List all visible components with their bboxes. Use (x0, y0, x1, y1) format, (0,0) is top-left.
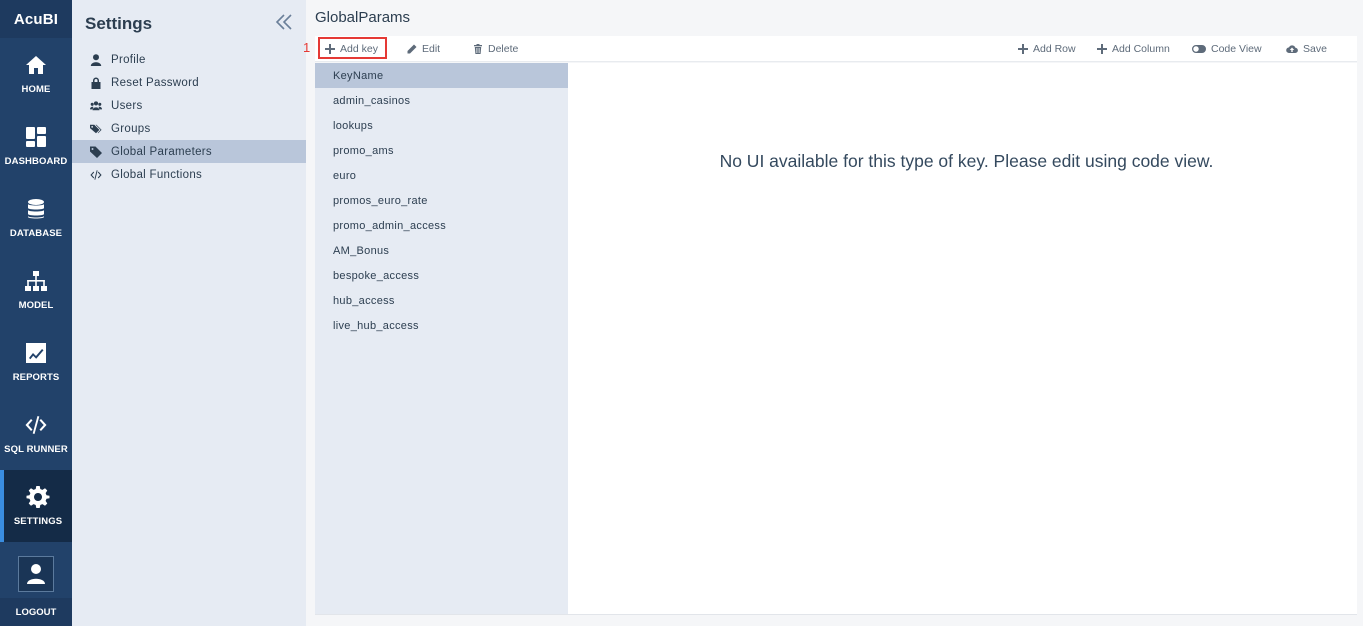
settings-item-label: Profile (111, 53, 146, 66)
chart-icon (26, 343, 46, 363)
key-list: KeyName admin_casinos lookups promo_ams eur… (315, 63, 568, 614)
add-key-label: Add key (340, 43, 378, 55)
toggle-icon (1192, 45, 1206, 53)
settings-item-label: Reset Password (111, 76, 199, 89)
delete-button[interactable]: Delete (473, 36, 518, 62)
key-list-item[interactable]: bespoke_access (315, 263, 568, 288)
code-icon (88, 168, 103, 181)
page-title: GlobalParams (315, 9, 411, 26)
key-list-item[interactable]: promos_euro_rate (315, 188, 568, 213)
edit-button[interactable]: Edit (407, 36, 440, 62)
tags-icon (88, 122, 103, 135)
key-list-item[interactable]: promo_ams (315, 138, 568, 163)
annotation-step-number: 1 (303, 40, 311, 55)
code-view-label: Code View (1211, 43, 1262, 55)
users-icon (88, 99, 103, 112)
nav-settings-label: SETTINGS (13, 516, 63, 527)
key-list-item[interactable]: admin_casinos (315, 88, 568, 113)
brand-logo[interactable]: AcuBI (0, 0, 72, 38)
no-ui-message: No UI available for this type of key. Pl… (719, 151, 1214, 171)
key-editor-panel: No UI available for this type of key. Pl… (568, 63, 1357, 614)
settings-item-global-parameters[interactable]: Global Parameters (72, 140, 306, 163)
code-icon (25, 416, 47, 434)
cloud-upload-icon (1286, 45, 1298, 54)
save-label: Save (1303, 43, 1327, 55)
add-row-button[interactable]: Add Row (1018, 36, 1076, 62)
key-list-item[interactable]: promo_admin_access (315, 213, 568, 238)
nav-reports[interactable]: REPORTS (0, 326, 72, 398)
settings-item-users[interactable]: Users (72, 94, 306, 117)
nav-database[interactable]: DATABASE (0, 182, 72, 254)
database-icon (28, 199, 44, 219)
tag-icon (88, 145, 103, 158)
home-icon (26, 56, 46, 74)
save-button[interactable]: Save (1286, 36, 1327, 62)
key-list-item[interactable]: live_hub_access (315, 313, 568, 338)
key-list-item[interactable]: AM_Bonus (315, 238, 568, 263)
key-list-item[interactable]: hub_access (315, 288, 568, 313)
nav-model[interactable]: MODEL (0, 254, 72, 326)
nav-home-label: HOME (21, 84, 51, 95)
settings-item-groups[interactable]: Groups (72, 117, 306, 140)
edit-label: Edit (422, 43, 441, 55)
settings-item-reset-password[interactable]: Reset Password (72, 71, 306, 94)
plus-icon (1018, 44, 1028, 54)
sitemap-icon (25, 271, 47, 291)
settings-item-label: Global Parameters (111, 145, 212, 158)
nav-rail: AcuBI HOME DASHBOARD DATABASE MODEL REPO… (0, 0, 72, 626)
key-list-item[interactable]: euro (315, 163, 568, 188)
code-view-toggle[interactable]: Code View (1192, 36, 1262, 62)
settings-item-label: Global Functions (111, 168, 203, 181)
logout-button[interactable]: LOGOUT (0, 598, 72, 626)
pencil-icon (407, 44, 417, 54)
nav-model-label: MODEL (18, 300, 54, 311)
nav-dashboard[interactable]: DASHBOARD (0, 110, 72, 182)
add-row-label: Add Row (1033, 43, 1076, 55)
double-chevron-left-icon (275, 14, 292, 30)
add-column-label: Add Column (1112, 43, 1170, 55)
settings-panel: Settings Profile Reset Password Users Gr… (72, 0, 306, 626)
user-icon (88, 53, 103, 66)
plus-icon (1097, 44, 1107, 54)
divider (315, 614, 1357, 615)
trash-icon (474, 44, 482, 54)
collapse-panel-button[interactable] (275, 13, 293, 31)
avatar[interactable] (18, 556, 54, 592)
lock-icon (88, 76, 103, 89)
settings-item-profile[interactable]: Profile (72, 48, 306, 71)
plus-icon (325, 44, 335, 54)
settings-title: Settings (85, 14, 153, 33)
nav-reports-label: REPORTS (12, 372, 60, 383)
nav-dashboard-label: DASHBOARD (4, 156, 68, 167)
nav-settings[interactable]: SETTINGS (0, 470, 72, 542)
user-icon (27, 564, 45, 584)
nav-home[interactable]: HOME (0, 38, 72, 110)
settings-item-global-functions[interactable]: Global Functions (72, 163, 306, 186)
delete-label: Delete (488, 43, 519, 55)
nav-database-label: DATABASE (9, 228, 63, 239)
key-list-header: KeyName (315, 63, 568, 88)
settings-item-label: Groups (111, 122, 151, 135)
add-column-button[interactable]: Add Column (1097, 36, 1170, 62)
dashboard-icon (26, 127, 46, 147)
key-list-item[interactable]: lookups (315, 113, 568, 138)
nav-sql-runner-label: SQL RUNNER (4, 444, 68, 455)
settings-item-label: Users (111, 99, 143, 112)
toolbar: Add key Edit Delete Add Row Add Column C… (315, 36, 1357, 62)
gear-icon (26, 486, 50, 508)
add-key-button[interactable]: Add key (325, 36, 378, 62)
nav-sql-runner[interactable]: SQL RUNNER (0, 398, 72, 470)
settings-menu: Profile Reset Password Users Groups Glob… (72, 48, 306, 186)
